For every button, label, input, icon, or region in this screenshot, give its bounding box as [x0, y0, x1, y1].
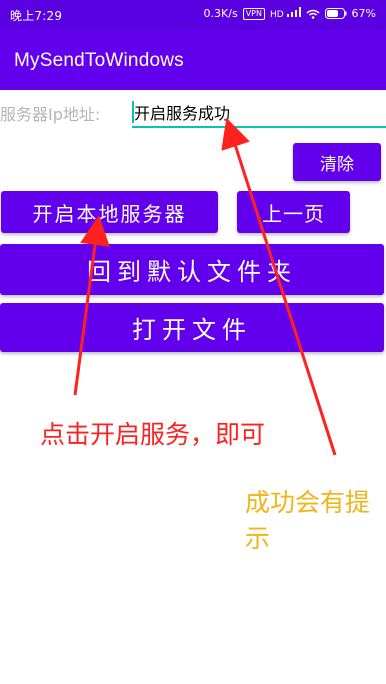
annotation-start-hint: 点击开启服务，即可: [40, 420, 266, 449]
arrow-to-ip-input: [221, 117, 337, 456]
annotation-success-hint: 成功会有提示: [245, 488, 371, 553]
arrow-to-start-button: [73, 215, 110, 396]
annotation-arrows: [73, 117, 337, 456]
